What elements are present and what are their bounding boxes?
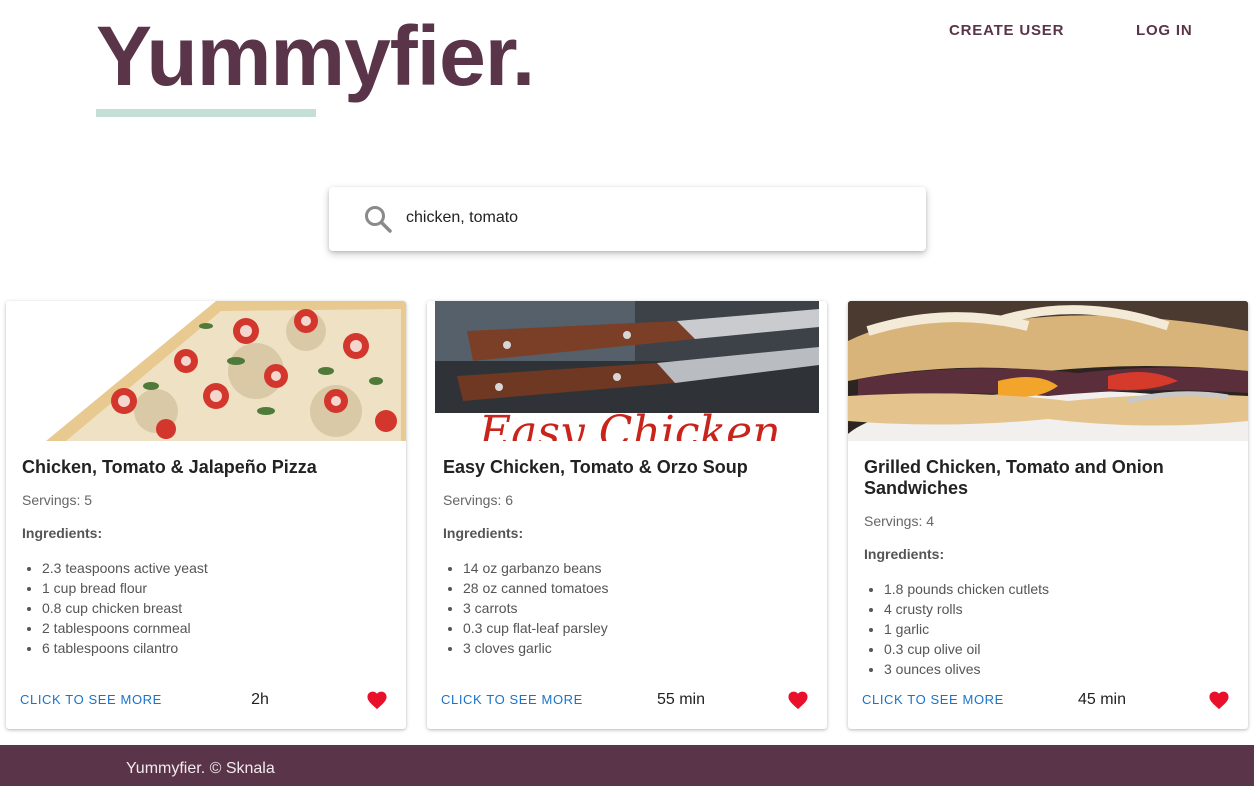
- recipe-servings: Servings: 4: [864, 513, 935, 529]
- ingredients-label: Ingredients:: [443, 525, 524, 541]
- search-input[interactable]: [406, 205, 886, 231]
- logo-underline: [96, 109, 316, 117]
- see-more-link[interactable]: CLICK TO SEE MORE: [862, 692, 1004, 707]
- ingredient-item: 0.3 cup olive oil: [884, 639, 1232, 659]
- create-user-link[interactable]: CREATE USER: [949, 22, 1064, 39]
- ingredients-list: 14 oz garbanzo beans 28 oz canned tomato…: [443, 558, 811, 658]
- recipe-title: Grilled Chicken, Tomato and Onion Sandwi…: [864, 457, 1164, 498]
- footer-copyright: Yummyfier. © Sknala: [126, 760, 275, 777]
- site-logo[interactable]: Yummyfier.: [96, 14, 535, 98]
- log-in-link[interactable]: LOG IN: [1136, 22, 1192, 39]
- ingredient-item: 1.8 pounds chicken cutlets: [884, 579, 1232, 599]
- recipe-image-pizza[interactable]: [6, 301, 406, 441]
- ingredient-item: 0.3 cup flat-leaf parsley: [463, 618, 811, 638]
- ingredient-item: 3 carrots: [463, 598, 811, 618]
- search-icon: [365, 206, 392, 233]
- recipe-image-soup[interactable]: Easy Chicken: [427, 301, 827, 441]
- ingredients-label: Ingredients:: [22, 525, 103, 541]
- heart-icon[interactable]: [1208, 690, 1230, 710]
- see-more-link[interactable]: CLICK TO SEE MORE: [20, 692, 162, 707]
- ingredient-item: 0.8 cup chicken breast: [42, 598, 390, 618]
- heart-icon[interactable]: [366, 690, 388, 710]
- soup-photo: Easy Chicken: [427, 301, 827, 441]
- search-bar[interactable]: [329, 187, 926, 251]
- image-caption: Easy Chicken: [478, 407, 781, 441]
- card-footer: CLICK TO SEE MORE 45 min: [848, 673, 1248, 729]
- ingredients-list: 2.3 teaspoons active yeast 1 cup bread f…: [22, 558, 390, 658]
- ingredients-list: 1.8 pounds chicken cutlets 4 crusty roll…: [864, 579, 1232, 679]
- recipe-title: Chicken, Tomato & Jalapeño Pizza: [22, 457, 317, 477]
- ingredient-item: 2 tablespoons cornmeal: [42, 618, 390, 638]
- site-footer: Yummyfier. © Sknala: [0, 745, 1254, 786]
- recipe-servings: Servings: 6: [443, 492, 514, 508]
- ingredient-item: 2.3 teaspoons active yeast: [42, 558, 390, 578]
- ingredient-item: 28 oz canned tomatoes: [463, 578, 811, 598]
- recipe-card: Easy Chicken Easy Chicken, Tomato & Orzo…: [427, 301, 827, 729]
- card-footer: CLICK TO SEE MORE 55 min: [427, 673, 827, 729]
- ingredient-item: 14 oz garbanzo beans: [463, 558, 811, 578]
- ingredient-item: 4 crusty rolls: [884, 599, 1232, 619]
- recipe-card: Chicken, Tomato & Jalapeño Pizza Serving…: [6, 301, 406, 729]
- heart-icon[interactable]: [787, 690, 809, 710]
- cook-time: 2h: [251, 691, 269, 708]
- ingredients-label: Ingredients:: [864, 546, 945, 562]
- card-footer: CLICK TO SEE MORE 2h: [6, 673, 406, 729]
- recipe-title: Easy Chicken, Tomato & Orzo Soup: [443, 457, 748, 477]
- see-more-link[interactable]: CLICK TO SEE MORE: [441, 692, 583, 707]
- sandwich-photo: [848, 301, 1248, 441]
- ingredient-item: 3 cloves garlic: [463, 638, 811, 658]
- recipe-image-sandwich[interactable]: [848, 301, 1248, 441]
- ingredient-item: 1 cup bread flour: [42, 578, 390, 598]
- ingredient-item: 6 tablespoons cilantro: [42, 638, 390, 658]
- pizza-photo: [6, 301, 406, 441]
- recipe-card: Grilled Chicken, Tomato and Onion Sandwi…: [848, 301, 1248, 729]
- cook-time: 55 min: [656, 691, 706, 708]
- ingredient-item: 1 garlic: [884, 619, 1232, 639]
- cook-time: 45 min: [1077, 691, 1127, 708]
- recipe-servings: Servings: 5: [22, 492, 93, 508]
